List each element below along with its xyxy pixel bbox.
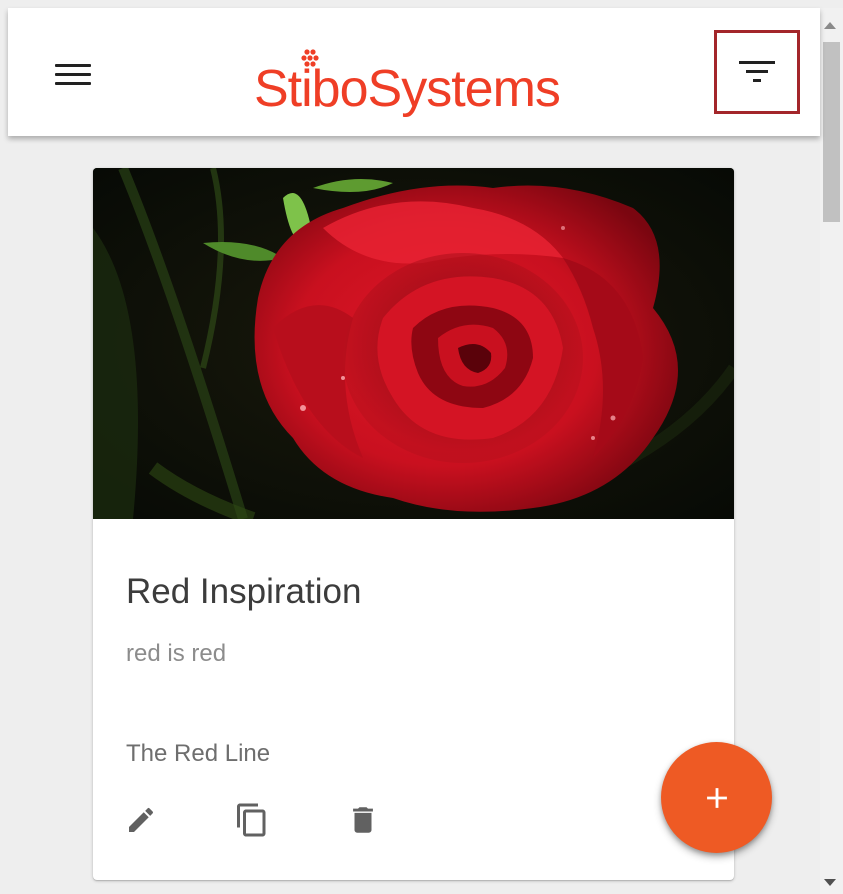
hamburger-menu-icon xyxy=(55,63,91,67)
svg-text:StiboSystems: StiboSystems xyxy=(254,60,560,118)
plus-icon xyxy=(706,787,727,808)
card-subtitle: red is red xyxy=(126,640,227,667)
menu-button[interactable] xyxy=(48,52,98,96)
copy-icon xyxy=(237,803,266,837)
card-title: Red Inspiration xyxy=(126,572,362,611)
vertical-scrollbar[interactable] xyxy=(820,8,843,894)
filter-list-icon xyxy=(739,61,775,82)
edit-button[interactable] xyxy=(117,796,165,844)
trash-icon xyxy=(353,807,373,833)
add-fab-button[interactable] xyxy=(661,742,772,853)
inspiration-card: Red Inspiration red is red The Red Line xyxy=(93,168,734,880)
card-actions xyxy=(117,796,417,856)
brand-logo: StiboSystems xyxy=(252,48,612,118)
pencil-icon xyxy=(129,807,154,832)
filter-button[interactable] xyxy=(714,30,800,114)
duplicate-button[interactable] xyxy=(228,796,276,844)
card-image[interactable] xyxy=(93,168,734,526)
rose-photo xyxy=(93,168,734,526)
scrollbar-thumb[interactable] xyxy=(823,42,840,222)
delete-button[interactable] xyxy=(339,796,387,844)
card-collection-name: The Red Line xyxy=(126,740,271,767)
scroll-down-arrow-icon[interactable] xyxy=(824,879,836,886)
logo-wordmark: StiboSystems xyxy=(254,49,561,118)
app-bar: StiboSystems xyxy=(8,8,820,136)
scroll-up-arrow-icon[interactable] xyxy=(824,22,836,29)
